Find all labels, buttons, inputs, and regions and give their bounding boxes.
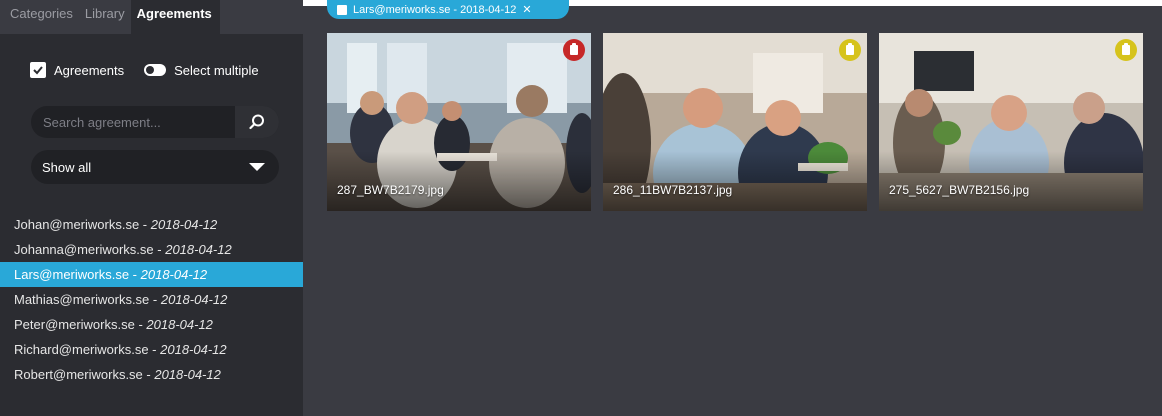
list-item[interactable]: Peter@meriworks.se - 2018-04-12 <box>0 312 303 337</box>
active-filter-chip[interactable]: Lars@meriworks.se - 2018-04-12 ✕ <box>327 0 569 19</box>
list-item[interactable]: Richard@meriworks.se - 2018-04-12 <box>0 337 303 362</box>
agreement-email: Johanna@meriworks.se <box>14 242 154 257</box>
search-box <box>31 106 279 138</box>
agreement-date: 2018-04-12 <box>154 367 221 382</box>
image-card[interactable]: 287_BW7B2179.jpg <box>327 33 591 211</box>
agreements-toolbar: Agreements Select multiple <box>30 58 259 82</box>
clipboard-icon <box>570 43 578 55</box>
agreement-email: Robert@meriworks.se <box>14 367 143 382</box>
agreement-date: 2018-04-12 <box>140 267 208 282</box>
agreement-date: 2018-04-12 <box>146 317 213 332</box>
agreement-email: Richard@meriworks.se <box>14 342 149 357</box>
tab-categories[interactable]: Categories <box>0 0 79 34</box>
image-filename: 275_5627_BW7B2156.jpg <box>889 183 1030 197</box>
select-multiple-toggle[interactable] <box>144 64 167 76</box>
tab-agreements[interactable]: Agreements <box>130 0 220 34</box>
clipboard-icon <box>337 4 347 15</box>
sidebar-tabs: Categories Library Agreements <box>0 0 303 34</box>
list-item[interactable]: Johan@meriworks.se - 2018-04-12 <box>0 212 303 237</box>
clipboard-check-icon <box>30 62 46 78</box>
agreement-status-badge <box>1115 39 1137 61</box>
tab-library[interactable]: Library <box>79 0 131 34</box>
agreement-date: 2018-04-12 <box>160 292 228 307</box>
sidebar: Categories Library Agreements Agreements… <box>0 0 303 416</box>
agreement-date: 2018-04-12 <box>150 217 218 232</box>
image-card[interactable]: 275_5627_BW7B2156.jpg <box>879 33 1143 211</box>
caption-gradient <box>603 151 867 211</box>
agreement-list: Johan@meriworks.se - 2018-04-12 Johanna@… <box>0 212 303 387</box>
close-icon[interactable]: ✕ <box>522 3 531 16</box>
clipboard-icon <box>1122 43 1130 55</box>
search-input[interactable] <box>31 106 235 138</box>
search-icon <box>249 114 264 130</box>
agreement-email: Johan@meriworks.se <box>14 217 140 232</box>
agreement-email: Lars@meriworks.se <box>14 267 130 282</box>
select-multiple-label: Select multiple <box>174 62 259 78</box>
caption-gradient <box>879 151 1143 211</box>
image-filename: 287_BW7B2179.jpg <box>337 183 444 197</box>
agreement-email: Peter@meriworks.se <box>14 317 135 332</box>
search-button[interactable] <box>235 106 279 138</box>
agreement-date: 2018-04-12 <box>165 242 232 257</box>
caption-gradient <box>327 151 591 211</box>
agreement-date: 2018-04-12 <box>160 342 227 357</box>
image-card[interactable]: 286_11BW7B2137.jpg <box>603 33 867 211</box>
agreements-label: Agreements <box>54 62 125 78</box>
list-item[interactable]: Mathias@meriworks.se - 2018-04-12 <box>0 287 303 312</box>
list-item[interactable]: Robert@meriworks.se - 2018-04-12 <box>0 362 303 387</box>
filter-dropdown[interactable]: Show all <box>31 150 279 184</box>
tabs-filler <box>219 0 303 34</box>
image-filename: 286_11BW7B2137.jpg <box>613 183 733 197</box>
clipboard-icon <box>846 43 854 55</box>
agreement-status-badge <box>839 39 861 61</box>
active-filter-label: Lars@meriworks.se - 2018-04-12 <box>353 3 517 16</box>
chevron-down-icon <box>249 163 265 171</box>
list-item[interactable]: Johanna@meriworks.se - 2018-04-12 <box>0 237 303 262</box>
agreement-status-badge <box>563 39 585 61</box>
agreement-email: Mathias@meriworks.se <box>14 292 150 307</box>
list-item-selected[interactable]: Lars@meriworks.se - 2018-04-12 <box>0 262 303 287</box>
toggle-knob <box>146 66 155 74</box>
filter-selected-value: Show all <box>42 159 92 175</box>
